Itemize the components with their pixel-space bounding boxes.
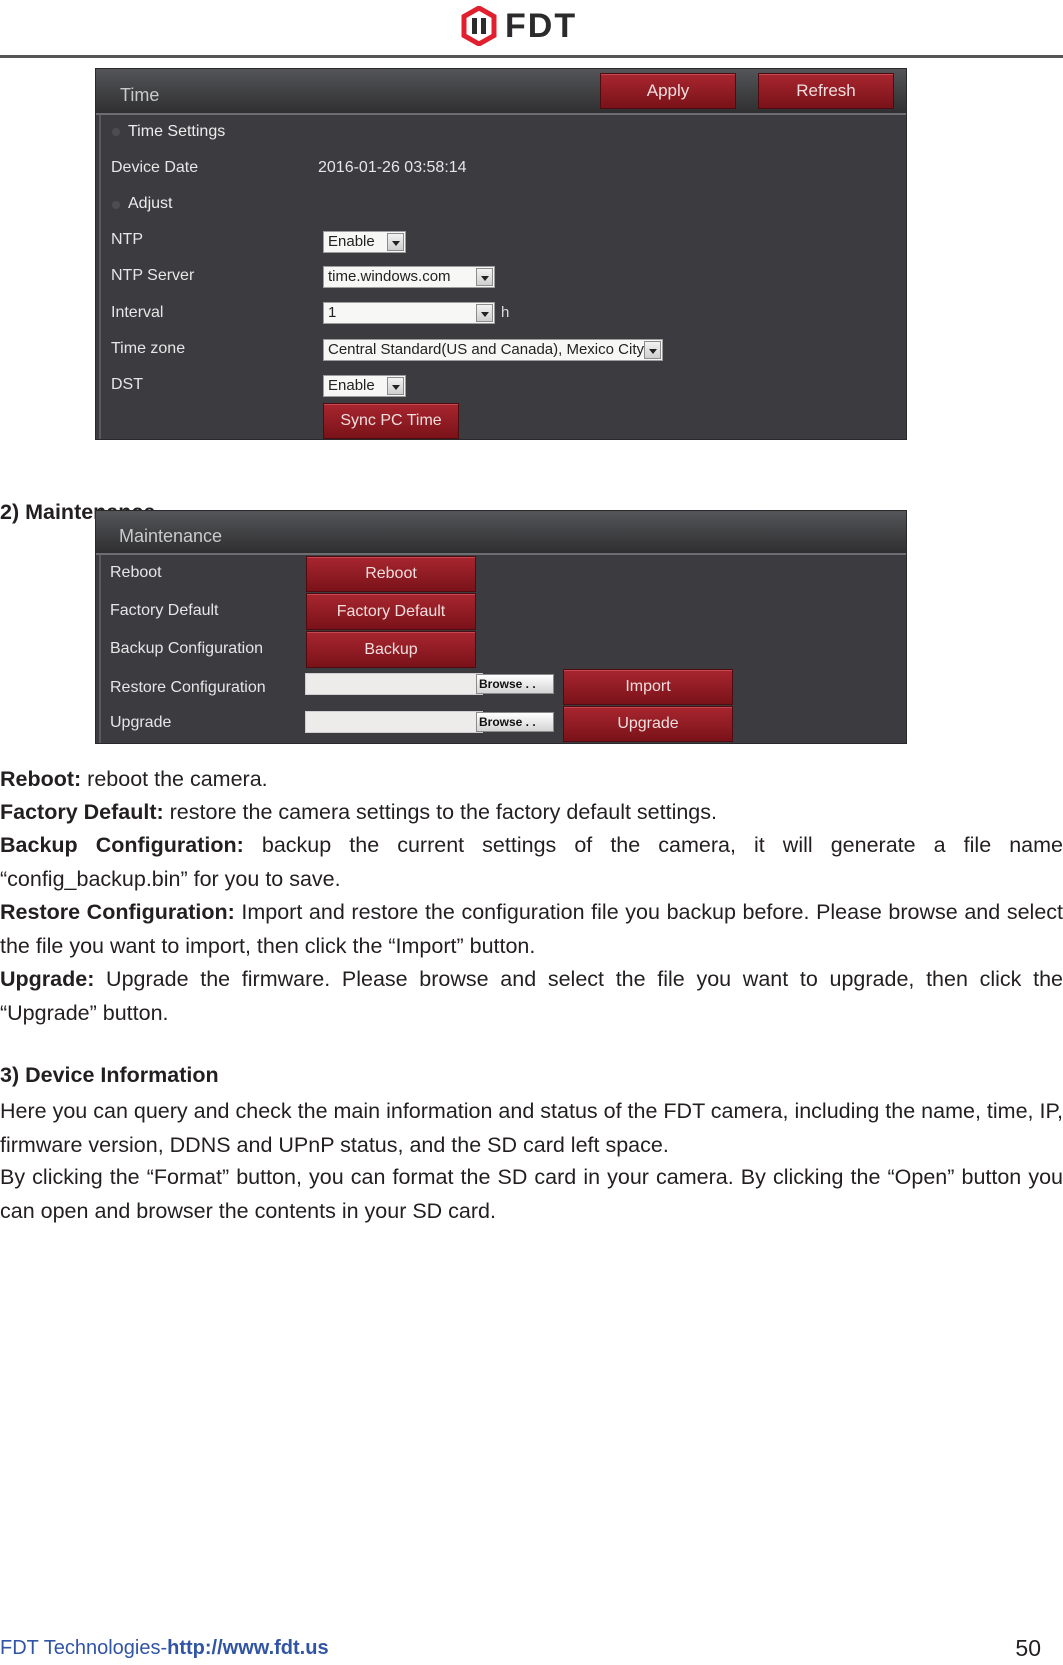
ntp-server-label: NTP Server [111, 267, 195, 284]
page-header: FDT [0, 0, 1063, 58]
reboot-button[interactable]: Reboot [306, 556, 476, 592]
device-info-paragraph-1: Here you can query and check the main in… [0, 1099, 1063, 1157]
page-number: 50 [1015, 1635, 1041, 1661]
backup-description: Backup Configuration: backup the current… [0, 829, 1063, 896]
factory-default-label: Factory Default [110, 602, 219, 619]
chevron-down-icon[interactable] [476, 268, 493, 286]
maintenance-panel-titlebar: Maintenance [96, 511, 906, 555]
time-settings-panel: Time Apply Refresh Time Settings Device … [95, 68, 907, 440]
time-zone-select[interactable]: Central Standard(US and Canada), Mexico … [323, 339, 663, 361]
time-zone-label: Time zone [111, 340, 186, 357]
ntp-select-value: Enable [328, 233, 375, 250]
backup-configuration-label: Backup Configuration [110, 640, 263, 657]
upgrade-term: Upgrade: [0, 967, 95, 991]
backup-term: Backup Configuration: [0, 833, 244, 857]
restore-configuration-label: Restore Configuration [110, 679, 266, 696]
dst-select-value: Enable [328, 377, 375, 394]
chevron-down-icon[interactable] [644, 341, 661, 359]
time-panel-title: Time [120, 85, 160, 105]
upgrade-button[interactable]: Upgrade [563, 706, 733, 742]
dst-select[interactable]: Enable [323, 375, 406, 397]
device-info-paragraph-2: By clicking the “Format” button, you can… [0, 1165, 1063, 1223]
fdt-hexagon-logo-icon [461, 6, 497, 46]
restore-file-input[interactable] [305, 673, 483, 695]
sync-pc-time-button[interactable]: Sync PC Time [323, 403, 459, 439]
factory-default-description: Factory Default: restore the camera sett… [0, 796, 1063, 830]
section-bullet-icon [112, 201, 120, 209]
import-button[interactable]: Import [563, 669, 733, 705]
header-divider [0, 55, 1063, 58]
reboot-label: Reboot [110, 564, 162, 581]
refresh-button[interactable]: Refresh [758, 73, 894, 109]
upgrade-label: Upgrade [110, 714, 172, 731]
upgrade-file-input[interactable] [305, 711, 483, 733]
maintenance-panel: Maintenance Reboot Reboot Factory Defaul… [95, 510, 907, 744]
interval-select[interactable]: 1 [323, 302, 495, 324]
reboot-text: reboot the camera. [81, 767, 268, 791]
chevron-down-icon[interactable] [387, 377, 404, 395]
footer-company-name: FDT Technologies- [0, 1637, 168, 1659]
restore-description: Restore Configuration: Import and restor… [0, 896, 1063, 963]
reboot-description: Reboot: reboot the camera. [0, 763, 1063, 797]
reboot-term: Reboot: [0, 767, 82, 791]
interval-unit: h [501, 304, 510, 321]
time-zone-select-value: Central Standard(US and Canada), Mexico … [328, 341, 644, 358]
section-adjust: Adjust [128, 195, 173, 212]
ntp-server-select[interactable]: time.windows.com [323, 266, 495, 288]
factory-default-button[interactable]: Factory Default [306, 593, 476, 630]
ntp-server-select-value: time.windows.com [328, 268, 451, 285]
fdt-logo: FDT [461, 6, 577, 46]
interval-select-value: 1 [328, 304, 337, 321]
upgrade-description: Upgrade: Upgrade the firmware. Please br… [0, 963, 1063, 1030]
upgrade-text: Upgrade the firmware. Please browse and … [0, 967, 1063, 1025]
apply-button[interactable]: Apply [600, 73, 736, 109]
restore-browse-button[interactable]: Browse . . [476, 674, 554, 694]
factory-default-term: Factory Default: [0, 800, 164, 824]
chevron-down-icon[interactable] [476, 304, 493, 322]
panel-left-border [99, 115, 101, 439]
footer-url-link[interactable]: http://www.fdt.us [167, 1637, 328, 1659]
factory-default-text: restore the camera settings to the facto… [163, 800, 717, 824]
device-date-value: 2016-01-26 03:58:14 [318, 159, 467, 176]
section-bullet-icon [112, 128, 120, 136]
chevron-down-icon[interactable] [387, 233, 404, 251]
ntp-label: NTP [111, 231, 143, 248]
restore-term: Restore Configuration: [0, 900, 235, 924]
interval-label: Interval [111, 304, 164, 321]
maintenance-panel-title: Maintenance [119, 526, 223, 546]
ntp-select[interactable]: Enable [323, 231, 406, 253]
device-date-label: Device Date [111, 159, 199, 176]
panel-left-border [99, 555, 101, 743]
section-time-settings: Time Settings [128, 123, 226, 140]
upgrade-browse-button[interactable]: Browse . . [476, 712, 554, 732]
brand-name: FDT [505, 7, 578, 45]
backup-button[interactable]: Backup [306, 631, 476, 668]
footer-company: FDT Technologies-http://www.fdt.us [0, 1637, 329, 1660]
device-information-heading: 3) Device Information [0, 1063, 219, 1087]
dst-label: DST [111, 376, 143, 393]
time-panel-titlebar: Time Apply Refresh [96, 69, 906, 115]
